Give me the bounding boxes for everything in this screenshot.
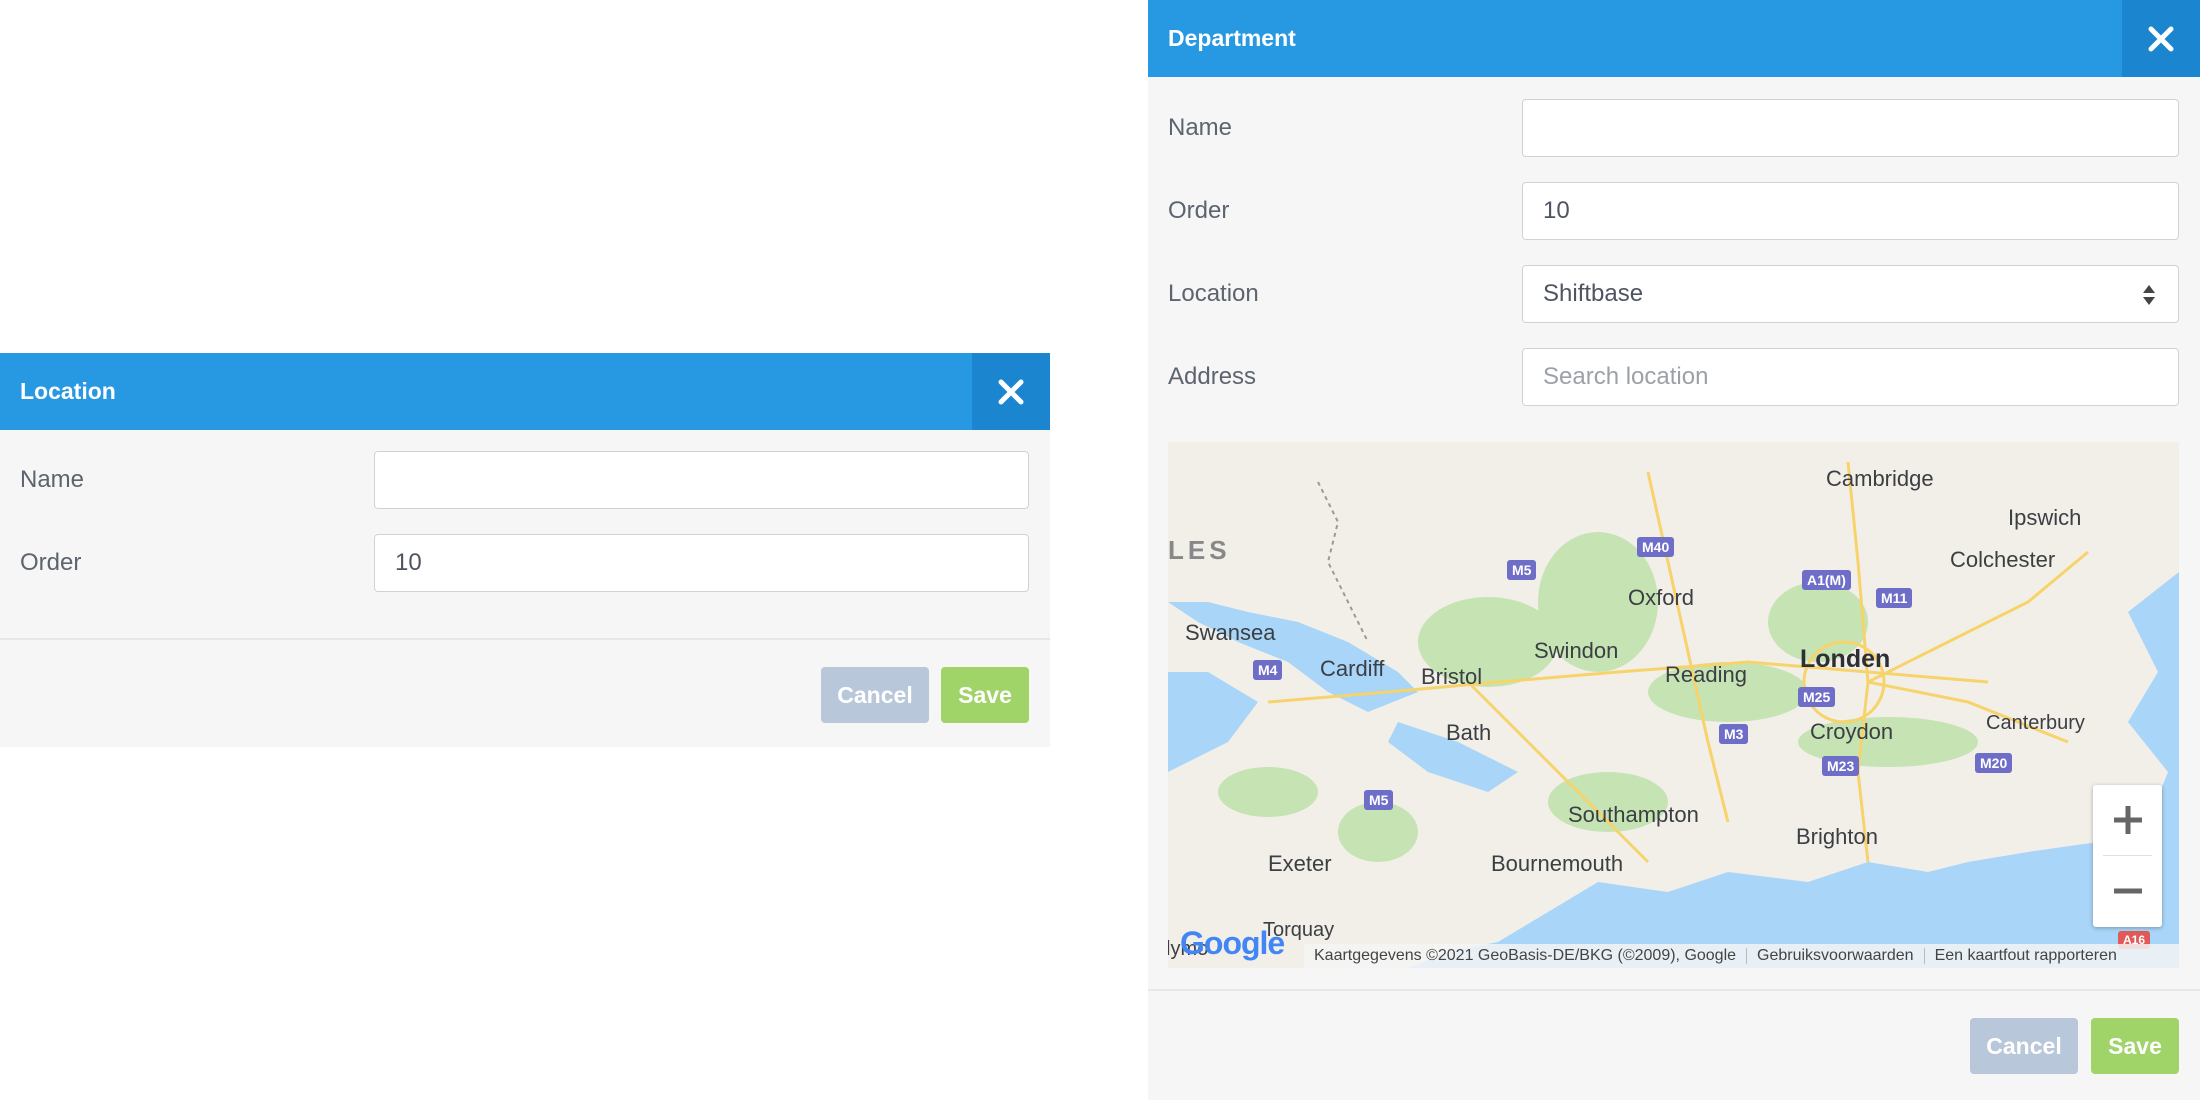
map-city-label: Swansea bbox=[1185, 620, 1276, 645]
zoom-out-button[interactable] bbox=[2093, 856, 2162, 926]
minus-icon bbox=[2113, 888, 2142, 894]
department-order-label: Order bbox=[1168, 197, 1230, 224]
map-city-label: Southampton bbox=[1568, 802, 1699, 827]
location-footer-divider bbox=[0, 638, 1050, 640]
map-city-label: Swindon bbox=[1534, 638, 1619, 663]
department-footer-divider bbox=[1148, 989, 2200, 991]
map-attribution-bar: Kaartgegevens ©2021 GeoBasis-DE/BKG (©20… bbox=[1304, 944, 2179, 968]
location-cancel-button[interactable]: Cancel bbox=[821, 667, 929, 723]
map-city-label: Cardiff bbox=[1320, 656, 1385, 681]
road-shield: M20 bbox=[1975, 753, 2013, 773]
map-city-label: Bristol bbox=[1421, 664, 1483, 689]
road-shield: A1(M) bbox=[1802, 570, 1851, 590]
map-city-label: Colchester bbox=[1950, 547, 2056, 572]
location-dialog-title: Location bbox=[20, 378, 116, 404]
plus-icon bbox=[2113, 806, 2142, 834]
map-city-label: Brighton bbox=[1796, 824, 1878, 849]
map-report-link[interactable]: Een kaartfout rapporteren bbox=[1925, 947, 2127, 965]
department-location-label: Location bbox=[1168, 280, 1259, 307]
department-dialog-header: Department bbox=[1148, 0, 2200, 77]
road-shield: M40 bbox=[1637, 537, 1675, 557]
map[interactable]: LES Cambridge Ipswich Colchester Oxford … bbox=[1168, 442, 2179, 968]
location-name-input[interactable] bbox=[374, 451, 1029, 509]
road-shield: M5 bbox=[1364, 790, 1394, 810]
department-order-row: Order bbox=[1148, 182, 2200, 240]
department-address-row: Address bbox=[1148, 348, 2200, 406]
location-order-input[interactable] bbox=[374, 534, 1029, 592]
close-icon bbox=[2148, 26, 2174, 51]
department-close-button[interactable] bbox=[2122, 0, 2200, 77]
road-shield: M11 bbox=[1876, 588, 1913, 608]
zoom-in-button[interactable] bbox=[2093, 785, 2162, 855]
road-shield: M4 bbox=[1253, 660, 1283, 680]
map-terms-link[interactable]: Gebruiksvoorwaarden bbox=[1747, 947, 1924, 965]
department-dialog-title: Department bbox=[1168, 25, 1296, 51]
close-icon bbox=[998, 379, 1024, 404]
department-name-input[interactable] bbox=[1522, 99, 2179, 157]
department-location-row: Location Shiftbase bbox=[1148, 265, 2200, 323]
department-save-button[interactable]: Save bbox=[2091, 1018, 2179, 1074]
map-city-label: Bournemouth bbox=[1491, 851, 1624, 876]
road-shield: M5 bbox=[1507, 560, 1537, 580]
map-city-label: Reading bbox=[1665, 662, 1747, 687]
google-logo: Google bbox=[1180, 925, 1285, 961]
location-order-row: Order bbox=[0, 534, 1050, 592]
location-name-row: Name bbox=[0, 451, 1050, 509]
map-zoom-control bbox=[2093, 785, 2162, 927]
map-city-label: Croydon bbox=[1810, 719, 1894, 744]
sort-arrows-icon bbox=[2143, 285, 2155, 305]
department-name-label: Name bbox=[1168, 114, 1233, 141]
location-select-value: Shiftbase bbox=[1543, 280, 1644, 307]
location-select[interactable]: Shiftbase bbox=[1522, 265, 2179, 323]
map-city-label: Canterbury bbox=[1986, 712, 2085, 734]
department-address-label: Address bbox=[1168, 363, 1257, 390]
location-dialog-header: Location bbox=[0, 353, 1050, 430]
map-attribution: Kaartgegevens ©2021 GeoBasis-DE/BKG (©20… bbox=[1314, 947, 1737, 964]
map-city-label: Ipswich bbox=[2008, 505, 2082, 530]
road-shield: M23 bbox=[1822, 756, 1860, 776]
location-save-button[interactable]: Save bbox=[941, 667, 1029, 723]
road-shield: M25 bbox=[1798, 687, 1836, 707]
road-shield: M3 bbox=[1719, 724, 1749, 744]
department-cancel-button[interactable]: Cancel bbox=[1970, 1018, 2078, 1074]
location-dialog: Location Name Order Cancel Save bbox=[0, 353, 1050, 747]
department-order-input[interactable] bbox=[1522, 182, 2179, 240]
map-region-label: LES bbox=[1168, 535, 1231, 565]
location-name-label: Name bbox=[20, 466, 85, 493]
map-city-label: Londen bbox=[1800, 645, 1891, 673]
address-search-input[interactable] bbox=[1522, 348, 2179, 406]
map-city-label: Oxford bbox=[1628, 585, 1695, 610]
location-close-button[interactable] bbox=[972, 353, 1050, 430]
location-order-label: Order bbox=[20, 549, 82, 576]
department-name-row: Name bbox=[1148, 99, 2200, 157]
department-dialog: Department Name Order Location Shiftbase… bbox=[1148, 0, 2200, 1100]
map-city-label: Exeter bbox=[1268, 851, 1332, 876]
map-city-label: Cambridge bbox=[1826, 466, 1934, 491]
map-city-label: Bath bbox=[1446, 720, 1492, 745]
